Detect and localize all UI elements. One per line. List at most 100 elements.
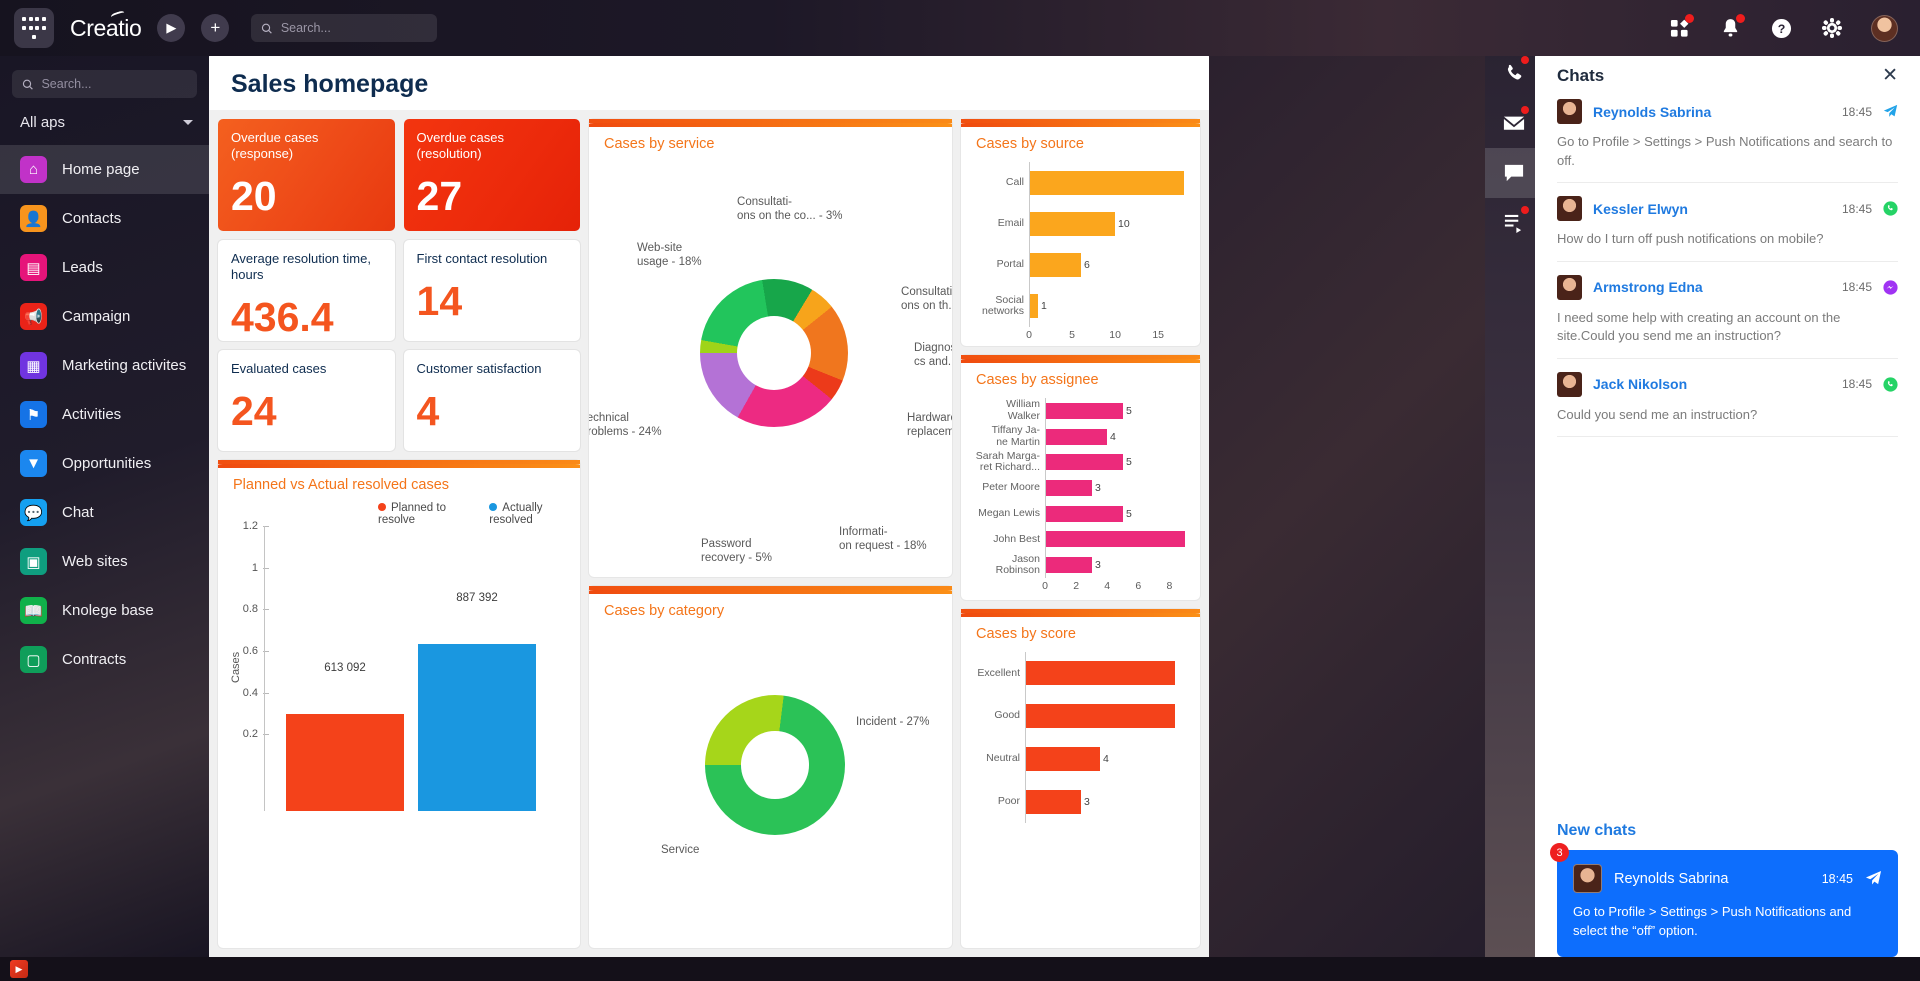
kpi-tile[interactable]: Evaluated cases 24 (218, 350, 395, 451)
chat-bubble-icon[interactable] (1485, 148, 1542, 198)
bar-row[interactable]: Poor 3 (973, 780, 1188, 823)
chat-panel-title: Chats (1557, 66, 1605, 85)
all-apps-selector[interactable]: All aps (0, 98, 209, 145)
bar[interactable] (1025, 746, 1100, 771)
cases-by-service-donut[interactable]: Consultati- ons on the co... - 3% Consult… (589, 153, 952, 577)
chat-list-item[interactable]: Reynolds Sabrina 18:45 Go to Profile > Set… (1557, 86, 1898, 184)
bar-row[interactable]: Email 10 (973, 203, 1188, 244)
sidebar-search[interactable] (12, 70, 197, 98)
bar-track: 4 (1045, 428, 1188, 445)
x-tick-label: 0 (1026, 329, 1032, 341)
feed-icon[interactable] (1485, 198, 1542, 248)
bar-row[interactable]: Excellent (973, 652, 1188, 695)
x-tick-label: 4 (1104, 580, 1111, 592)
apps-grid-icon[interactable] (14, 8, 54, 48)
play-icon[interactable]: ▶ (157, 14, 186, 42)
card-accent-bar (961, 359, 1200, 363)
close-icon[interactable]: ✕ (1882, 66, 1898, 85)
cases-by-category-donut[interactable]: Incident - 27% Service (589, 620, 952, 948)
sidebar-item-web-sites[interactable]: ▣ Web sites (0, 537, 209, 586)
planned-vs-actual-chart[interactable]: Planned to resolve Actually resolved Cases… (218, 498, 580, 811)
sidebar-item-knolege-base[interactable]: 📖 Knolege base (0, 586, 209, 635)
avatar[interactable] (1871, 14, 1898, 42)
kpi-tile[interactable]: Average resolution time, hours 436.4 (218, 240, 395, 341)
bar-row[interactable]: Jason Robinson 3 (973, 552, 1188, 578)
app-taskbar-icon[interactable]: ▶ (10, 960, 28, 978)
new-chat-name: Reynolds Sabrina (1614, 870, 1729, 887)
sidebar-item-contracts[interactable]: ▢ Contracts (0, 635, 209, 684)
bar[interactable] (1045, 479, 1092, 496)
gear-icon[interactable] (1820, 16, 1844, 40)
sidebar-search-input[interactable] (41, 77, 187, 91)
bar-row[interactable]: Tiffany Ja-ne Martin 4 (973, 424, 1188, 450)
bar[interactable] (1045, 402, 1123, 419)
chat-contact-name[interactable]: Kessler Elwyn (1593, 201, 1831, 217)
bar-row[interactable]: Neutral 4 (973, 738, 1188, 781)
bar[interactable] (1025, 704, 1175, 729)
help-icon[interactable]: ? (1769, 16, 1793, 40)
sidebar-item-campaign[interactable]: 📢 Campaign (0, 292, 209, 341)
chat-contact-name[interactable]: Reynolds Sabrina (1593, 104, 1831, 120)
bar-row[interactable]: John Best (973, 527, 1188, 553)
kpi-tile[interactable]: Overdue cases (resolution) 27 (403, 119, 581, 231)
bar-row[interactable]: Portal 6 (973, 245, 1188, 286)
sidebar-item-marketing-activites[interactable]: ▦ Marketing activites (0, 341, 209, 390)
chat-list-item[interactable]: Armstrong Edna 18:45 I need some help with… (1557, 262, 1898, 359)
search-input[interactable] (280, 21, 428, 35)
bar[interactable] (1029, 294, 1038, 319)
chat-contact-name[interactable]: Armstrong Edna (1593, 279, 1831, 295)
plus-icon[interactable]: + (201, 14, 230, 42)
sidebar-item-activities[interactable]: ⚑ Activities (0, 390, 209, 439)
bar-category-label: William Walker (1006, 398, 1040, 422)
new-chat-card[interactable]: 3 Reynolds Sabrina 18:45 Go to Profile >… (1550, 843, 1898, 957)
messenger-icon (1883, 280, 1898, 295)
bar-track: 3 (1025, 789, 1188, 814)
bar-value-label: 4 (1110, 430, 1116, 443)
chat-list-item[interactable]: Kessler Elwyn 18:45 How do I turn off push… (1557, 183, 1898, 262)
bar[interactable] (1025, 789, 1081, 814)
sidebar-item-chat[interactable]: 💬 Chat (0, 488, 209, 537)
sidebar-item-home-page[interactable]: ⌂ Home page (0, 145, 209, 194)
bar-row[interactable]: Sarah Marga-ret Richard... 5 (973, 449, 1188, 475)
bar-category-label: Jason Robinson (995, 552, 1040, 577)
sidebar-item-leads[interactable]: ▤ Leads (0, 243, 209, 292)
chat-list-item[interactable]: Jack Nikolson 18:45 Could you send me an i… (1557, 359, 1898, 438)
bar-row[interactable]: Megan Lewis 5 (973, 501, 1188, 527)
kpi-tile[interactable]: Customer satisfaction 4 (403, 350, 581, 451)
global-search[interactable] (251, 14, 438, 42)
donut-slice-label: Diagnosti- cs and... (914, 342, 952, 369)
modules-badge (1685, 14, 1694, 23)
bar-row[interactable]: William Walker 5 (973, 398, 1188, 424)
bar-row[interactable]: Social networks 1 (973, 286, 1188, 327)
bar[interactable] (1045, 428, 1107, 445)
bar[interactable] (1025, 661, 1175, 686)
bar-row[interactable]: Peter Moore 3 (973, 475, 1188, 501)
sidebar-item-contacts[interactable]: 👤 Contacts (0, 194, 209, 243)
axis-line (1045, 398, 1046, 578)
chat-contact-name[interactable]: Jack Nikolson (1593, 376, 1831, 392)
bar[interactable] (418, 644, 536, 811)
bar[interactable] (286, 714, 404, 811)
kpi-tile[interactable]: Overdue cases (response) 20 (218, 119, 395, 231)
bar[interactable] (1045, 531, 1185, 548)
bar-row[interactable]: Good (973, 695, 1188, 738)
cases-by-score-chart[interactable]: Excellent Good Neutral 4 Poor 3 (961, 642, 1200, 823)
sidebar-item-opportunities[interactable]: ▼ Opportunities (0, 439, 209, 488)
kpi-title: First contact resolution (416, 251, 548, 266)
bell-icon[interactable] (1718, 14, 1745, 40)
cases-by-source-chart[interactable]: Call Email 10 Portal 6 Social networks 1 0 5 10 15 (961, 152, 1200, 341)
bar[interactable] (1045, 454, 1123, 471)
bar-row[interactable]: Call (973, 162, 1188, 203)
kpi-tile[interactable]: First contact resolution 14 (403, 240, 581, 341)
bar[interactable] (1045, 557, 1092, 574)
bar[interactable] (1029, 253, 1081, 278)
bar[interactable] (1029, 170, 1184, 195)
modules-icon[interactable] (1667, 14, 1694, 40)
card-title: Planned vs Actual resolved cases (233, 477, 450, 493)
x-tick-label: 6 (1135, 580, 1142, 592)
bar[interactable] (1045, 505, 1123, 522)
card-cases-by-source: Cases by source Call Email 10 Portal 6 Social… (961, 119, 1200, 346)
bar[interactable] (1029, 211, 1115, 236)
cases-by-assignee-chart[interactable]: William Walker 5 Tiffany Ja-ne Martin 4 Sara… (961, 388, 1200, 592)
envelope-icon[interactable] (1485, 98, 1542, 148)
